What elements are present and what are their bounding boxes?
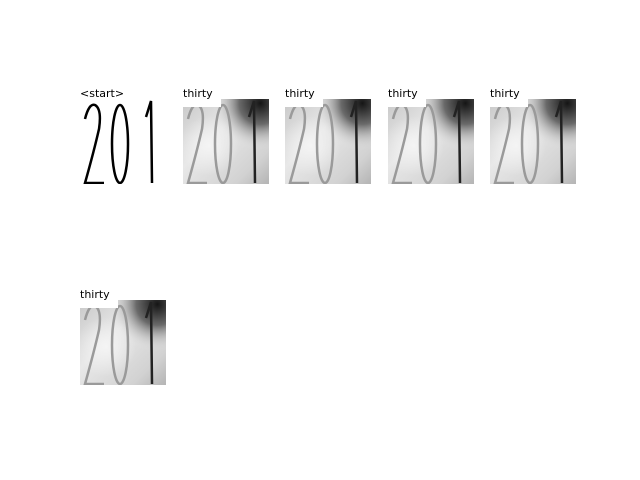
panel-label: thirty — [388, 87, 420, 100]
panel-attention-3: thirty — [388, 88, 474, 184]
panel-attention-4: thirty — [490, 88, 576, 184]
panel-label: thirty — [285, 87, 317, 100]
panel-label: <start> — [80, 87, 127, 100]
attention-map-4 — [490, 99, 576, 184]
panel-label: thirty — [490, 87, 522, 100]
attention-map-3 — [388, 99, 474, 184]
digit-image-start — [80, 99, 166, 184]
attention-map-5 — [80, 300, 166, 385]
panel-attention-2: thirty — [285, 88, 371, 184]
panel-start: <start> — [80, 88, 166, 184]
panel-label: thirty — [80, 288, 112, 301]
attention-map-1 — [183, 99, 269, 184]
panel-attention-5: thirty — [80, 289, 166, 385]
attention-map-2 — [285, 99, 371, 184]
panel-attention-1: thirty — [183, 88, 269, 184]
panel-label: thirty — [183, 87, 215, 100]
